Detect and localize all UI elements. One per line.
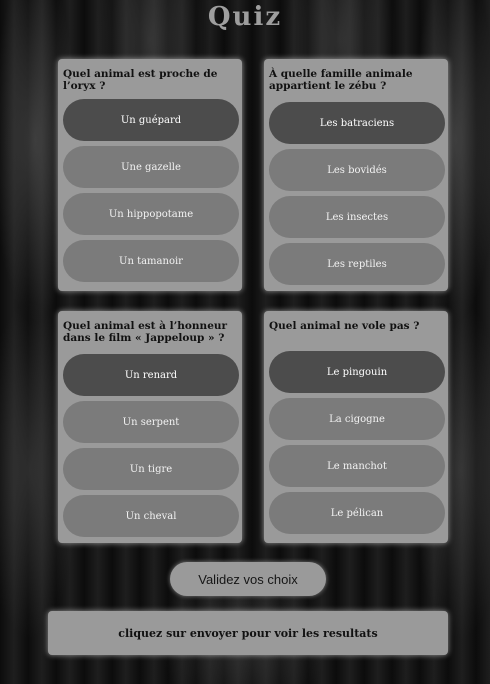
answer-option[interactable]: Un hippopotame [63,193,239,235]
question-text: Quel animal est à l’honneur dans le film… [63,320,228,344]
answer-option[interactable]: Le manchot [269,445,445,487]
answer-option[interactable]: Un renard [63,354,239,396]
answer-option[interactable]: Les batraciens [269,102,445,144]
question-card-3: Quel animal est à l’honneur dans le film… [58,311,242,543]
answer-option[interactable]: Le pélican [269,492,445,534]
answer-option[interactable]: Les bovidés [269,149,445,191]
answer-option[interactable]: La cigogne [269,398,445,440]
validate-button[interactable]: Validez vos choix [170,562,326,596]
answer-option[interactable]: Un tamanoir [63,240,239,282]
answer-option[interactable]: Un cheval [63,495,239,537]
answer-option[interactable]: Un serpent [63,401,239,443]
question-card-2: À quelle famille animale appartient le z… [264,59,448,291]
answer-option[interactable]: Une gazelle [63,146,239,188]
question-card-4: Quel animal ne vole pas ? Le pingouin La… [264,311,448,543]
question-text: À quelle famille animale appartient le z… [269,68,413,92]
question-text: Quel animal est proche de l’oryx ? [63,68,218,92]
answer-option[interactable]: Les reptiles [269,243,445,285]
answer-option[interactable]: Un tigre [63,448,239,490]
question-card-1: Quel animal est proche de l’oryx ? Un gu… [58,59,242,291]
answer-option[interactable]: Un guépard [63,99,239,141]
page-title: Quiz [207,2,283,32]
result-message: cliquez sur envoyer pour voir les result… [48,611,448,655]
answer-option[interactable]: Les insectes [269,196,445,238]
answer-option[interactable]: Le pingouin [269,351,445,393]
question-text: Quel animal ne vole pas ? [269,320,420,332]
